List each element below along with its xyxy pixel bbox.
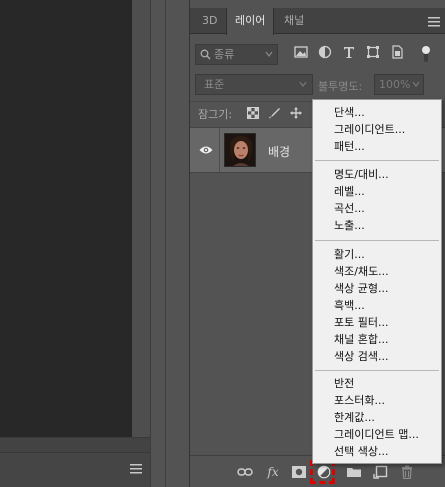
filter-kind-select[interactable]: 종류 — [195, 44, 278, 65]
lock-position-icon[interactable] — [290, 107, 302, 119]
menu-item-threshold[interactable]: 한계값... — [334, 410, 375, 426]
canvas-area — [0, 0, 150, 487]
menu-item-exposure[interactable]: 노출... — [334, 218, 365, 234]
opacity-field[interactable]: 100% — [374, 74, 424, 95]
menu-item-curves[interactable]: 곡선... — [334, 201, 365, 217]
menu-item-levels[interactable]: 레벨... — [334, 184, 365, 200]
filter-toggle-icon[interactable] — [421, 45, 431, 63]
panel-menu-icon[interactable] — [428, 17, 440, 27]
hamburger-menu-icon[interactable] — [130, 464, 142, 474]
link-layers-icon[interactable] — [237, 465, 253, 479]
chevron-down-icon — [412, 81, 420, 87]
menu-item-black-white[interactable]: 흑백... — [334, 298, 365, 314]
blend-row: 표준 불투명도: 100% — [190, 72, 445, 96]
divider — [165, 0, 166, 487]
menu-item-pattern[interactable]: 패턴... — [334, 139, 365, 155]
menu-item-solid-color[interactable]: 단색... — [334, 105, 365, 121]
lock-label: 잠그기: — [198, 108, 233, 121]
shape-filter-icon[interactable] — [366, 45, 380, 59]
menu-item-channel-mixer[interactable]: 채널 혼합... — [334, 332, 388, 348]
adjustment-layer-menu: 단색... 그레이디언트... 패턴... 명도/대비... 레벨... 곡선.… — [312, 99, 442, 464]
search-icon — [200, 49, 211, 60]
panel-tabbar: 3D 레이어 채널 — [190, 8, 445, 35]
menu-item-color-lookup[interactable]: 색상 검색... — [334, 349, 388, 365]
menu-item-gradient[interactable]: 그레이디언트... — [334, 122, 405, 138]
eye-icon[interactable] — [199, 145, 213, 155]
menu-item-posterize[interactable]: 포스터화... — [334, 393, 385, 409]
lock-transparent-pixels-icon[interactable] — [247, 107, 259, 119]
tab-3d[interactable]: 3D — [194, 8, 225, 34]
tab-layers[interactable]: 레이어 — [226, 8, 275, 35]
folder-icon[interactable] — [346, 465, 362, 479]
smart-object-filter-icon[interactable] — [390, 45, 404, 59]
menu-item-selective-color[interactable]: 선택 색상... — [334, 444, 388, 460]
menu-item-gradient-map[interactable]: 그레이디언트 맵... — [334, 427, 419, 443]
menu-item-vibrance[interactable]: 활기... — [334, 247, 365, 263]
fx-icon[interactable]: fx — [265, 465, 281, 479]
layer-name[interactable]: 배경 — [268, 143, 290, 160]
add-mask-icon[interactable] — [291, 465, 307, 479]
divider — [219, 128, 220, 172]
new-layer-icon[interactable] — [373, 465, 389, 479]
menu-separator — [315, 370, 439, 371]
layer-thumbnail[interactable] — [224, 133, 256, 167]
chevron-down-icon — [265, 51, 273, 57]
trash-icon[interactable] — [399, 465, 415, 479]
menu-item-brightness-contrast[interactable]: 명도/대비... — [334, 167, 389, 183]
portrait-thumbnail-image — [225, 134, 255, 166]
menu-separator — [315, 160, 439, 161]
canvas-bottom-bar — [0, 452, 150, 487]
menu-separator — [315, 240, 439, 241]
opacity-label: 불투명도: — [318, 80, 363, 93]
panel-dock-gutter — [150, 0, 190, 487]
menu-item-photo-filter[interactable]: 포토 필터... — [334, 315, 388, 331]
menu-item-invert[interactable]: 반전 — [334, 376, 354, 392]
horizontal-scrollbar[interactable] — [0, 437, 150, 452]
adjustment-filter-icon[interactable] — [318, 45, 332, 59]
type-filter-icon[interactable] — [342, 45, 356, 59]
filter-kind-label: 종류 — [214, 48, 235, 61]
menu-item-color-balance[interactable]: 색상 균형... — [334, 281, 388, 297]
blend-mode-value: 표준 — [204, 78, 225, 91]
tab-channels[interactable]: 채널 — [276, 8, 312, 34]
blend-mode-select[interactable]: 표준 — [195, 74, 313, 95]
opacity-value: 100% — [379, 78, 411, 91]
lock-image-pixels-icon[interactable] — [268, 107, 280, 119]
menu-item-hue-saturation[interactable]: 색조/채도... — [334, 264, 389, 280]
layer-filter-row: 종류 — [190, 42, 445, 66]
document-canvas[interactable] — [0, 0, 132, 437]
image-filter-icon[interactable] — [294, 45, 308, 59]
chevron-down-icon — [299, 81, 307, 87]
